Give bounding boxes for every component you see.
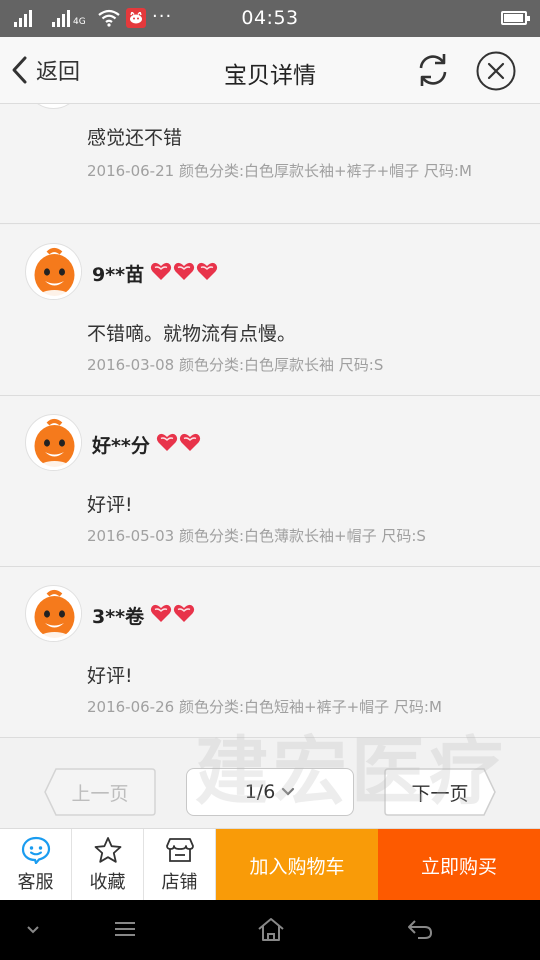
store-icon: [165, 838, 194, 862]
page-indicator: 1/6: [244, 781, 276, 803]
user-avatar: [25, 414, 82, 471]
review-meta: 2016-06-26 颜色分类:白色短袖+裤子+帽子 尺码:M: [87, 698, 442, 716]
heart-icon: [179, 432, 201, 457]
store-label: 店铺: [161, 872, 198, 893]
chat-bubble-icon: [21, 836, 50, 864]
reviewer-name: 9**苗: [92, 264, 145, 286]
reviewer-level: [156, 432, 201, 457]
review-meta: 2016-03-08 颜色分类:白色厚款长袖 尺码:S: [87, 356, 384, 374]
page-title: 宝贝详情: [224, 63, 316, 89]
favorite-label: 收藏: [89, 872, 126, 893]
customer-service-label: 客服: [17, 872, 54, 893]
review-item: 3**卷 好评! 2016-06-26 颜色分类:白色短袖+裤子+帽子 尺码:M: [0, 567, 540, 738]
heart-icon: [156, 432, 178, 457]
status-bar: 4G ··· 04:53: [0, 0, 540, 37]
reviewer-level: [150, 261, 218, 286]
reviewer-name: 3**卷: [92, 606, 145, 628]
reviewer-level: [150, 603, 195, 628]
review-text: 不错嘀。就物流有点慢。: [87, 323, 297, 345]
user-avatar: [25, 243, 82, 300]
status-time: 04:53: [241, 7, 299, 29]
favorite-button[interactable]: 收藏: [72, 829, 144, 901]
user-avatar: [25, 104, 82, 109]
store-button[interactable]: 店铺: [144, 829, 216, 901]
battery-icon: [501, 11, 530, 25]
pagination: 上一页 1/6 下一页: [0, 738, 540, 828]
close-icon[interactable]: [476, 51, 516, 91]
page-select[interactable]: 1/6: [186, 768, 354, 816]
nav-header: 返回 宝贝详情: [0, 37, 540, 104]
review-list[interactable]: 感觉还不错 2016-06-21 颜色分类:白色厚款长袖+裤子+帽子 尺码:M …: [0, 104, 540, 738]
next-page-label: 下一页: [411, 782, 469, 805]
customer-service-button[interactable]: 客服: [0, 829, 72, 901]
heart-icon: [196, 261, 218, 286]
heart-icon: [150, 261, 172, 286]
home-icon[interactable]: [257, 916, 285, 942]
action-bar: 客服 收藏 店铺 加入购物车 立即购买: [0, 828, 540, 901]
prev-page-label: 上一页: [71, 782, 129, 805]
back-nav-icon[interactable]: [406, 918, 434, 940]
chevron-down-icon: [282, 787, 295, 796]
review-text: 感觉还不错: [87, 127, 183, 149]
refresh-icon[interactable]: [414, 51, 452, 89]
heart-icon: [173, 603, 195, 628]
prev-page-button[interactable]: 上一页: [44, 768, 156, 816]
review-meta: 2016-06-21 颜色分类:白色厚款长袖+裤子+帽子 尺码:M: [87, 162, 472, 180]
reviewer-name: 好**分: [92, 435, 150, 457]
review-item: 感觉还不错 2016-06-21 颜色分类:白色厚款长袖+裤子+帽子 尺码:M: [0, 104, 540, 224]
review-item: 9**苗 不错嘀。就物流有点慢。 2016-03-08 颜色分类:白色厚款长袖 …: [0, 225, 540, 396]
star-icon: [94, 837, 121, 863]
add-to-cart-button[interactable]: 加入购物车: [216, 829, 378, 901]
review-text: 好评!: [87, 665, 133, 687]
menu-icon[interactable]: [113, 920, 137, 938]
hide-keyboard-icon[interactable]: [25, 924, 41, 936]
review-meta: 2016-05-03 颜色分类:白色薄款长袖+帽子 尺码:S: [87, 527, 426, 545]
user-avatar: [25, 585, 82, 642]
review-text: 好评!: [87, 494, 133, 516]
next-page-button[interactable]: 下一页: [384, 768, 496, 816]
buy-now-button[interactable]: 立即购买: [378, 829, 540, 901]
heart-icon: [173, 261, 195, 286]
chevron-left-icon: [12, 56, 27, 84]
heart-icon: [150, 603, 172, 628]
system-nav-bar: [0, 900, 540, 960]
back-button[interactable]: 返回: [10, 53, 80, 87]
back-label: 返回: [36, 60, 81, 85]
review-item: 好**分 好评! 2016-05-03 颜色分类:白色薄款长袖+帽子 尺码:S: [0, 396, 540, 567]
